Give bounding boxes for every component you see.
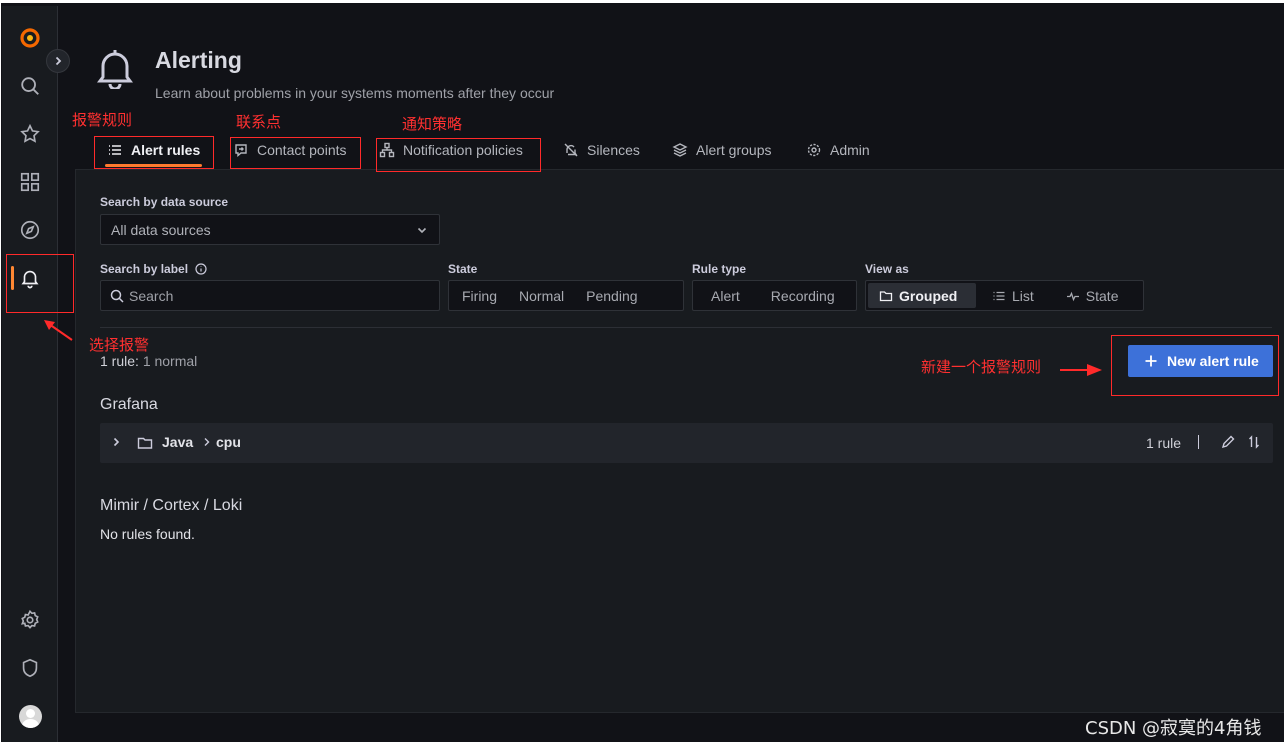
tab-silences[interactable]: Silences [563, 131, 640, 169]
divider [100, 327, 1272, 328]
annotation-select-alerting: 选择报警 [89, 336, 150, 354]
group-folder-name: Java [162, 434, 194, 450]
ruletype-alert-button[interactable]: Alert [695, 283, 755, 308]
state-firing-button[interactable]: Firing [451, 283, 508, 308]
pen-icon[interactable] [1221, 435, 1235, 449]
folder-icon [879, 290, 893, 301]
label-filter-label: Search by label [100, 262, 207, 276]
annotation-arrow-icon [44, 320, 73, 341]
view-state-label: State [1085, 287, 1119, 304]
sidebar-expand-button[interactable] [46, 49, 70, 73]
folder-icon [137, 437, 153, 449]
compass-icon[interactable] [18, 218, 42, 242]
rule-group-row[interactable]: Java cpu 1 rule [100, 423, 1273, 463]
state-filter-label: State [448, 262, 478, 276]
separator [1198, 435, 1199, 449]
tab-admin[interactable]: Admin [806, 131, 870, 169]
tab-label: Alert groups [696, 142, 772, 158]
sort-amount-icon[interactable] [1248, 435, 1260, 449]
annotation-arrow-icon [1060, 364, 1102, 376]
list-icon [993, 291, 1005, 300]
rule-summary-count: 1 rule: [100, 353, 139, 369]
bell-slash-icon [564, 143, 578, 157]
state-pending-button[interactable]: Pending [575, 283, 648, 308]
ruletype-filter-group: Alert Recording [692, 280, 857, 311]
cog-icon [807, 143, 821, 157]
datasource-filter-label: Search by data source [100, 195, 229, 209]
tab-alert-groups[interactable]: Alert groups [672, 131, 771, 169]
search-icon[interactable] [18, 74, 42, 98]
state-normal-button[interactable]: Normal [508, 283, 575, 308]
annotation-box-notification-policies [376, 138, 541, 172]
annotation-new-rule: 新建一个报警规则 [921, 358, 1042, 376]
external-section-title: Mimir / Cortex / Loki [100, 497, 243, 514]
group-rule-count: 1 rule [1146, 435, 1182, 451]
view-grouped-button[interactable]: Grouped [868, 283, 976, 308]
search-placeholder: Search [129, 287, 174, 304]
user-avatar[interactable] [19, 705, 42, 728]
sidebar [2, 6, 58, 742]
state-filter-group: Firing Normal Pending [448, 280, 684, 311]
empty-state-text: No rules found. [100, 526, 195, 542]
tab-label: Silences [587, 142, 640, 158]
apps-icon[interactable] [18, 170, 42, 194]
annotation-notification-policies: 通知策略 [402, 115, 463, 133]
grafana-logo-icon[interactable] [18, 26, 42, 50]
group-name: cpu [216, 434, 241, 450]
rule-summary: 1 rule: 1 normal [100, 353, 197, 369]
annotation-box-alert-rules [94, 136, 214, 169]
annotation-contact-points: 联系点 [236, 113, 282, 131]
page-subtitle: Learn about problems in your systems mom… [155, 85, 555, 101]
annotation-box-new-rule [1111, 335, 1279, 396]
annotation-box-contact-points [230, 137, 361, 169]
rule-summary-detail: 1 normal [142, 353, 198, 369]
viewas-group: Grouped List State [865, 280, 1144, 311]
gear-icon[interactable] [18, 608, 42, 632]
label-search-input[interactable]: Search [100, 280, 440, 311]
app-window: Alerting Learn about problems in your sy… [0, 0, 1284, 742]
ruletype-recording-button[interactable]: Recording [755, 283, 850, 308]
viewas-label: View as [865, 262, 909, 276]
annotation-alert-rules: 报警规则 [72, 111, 133, 129]
annotation-box-sidebar-bell [6, 254, 74, 313]
tab-label: Admin [830, 142, 870, 158]
shield-icon[interactable] [18, 656, 42, 680]
page-title: Alerting [155, 47, 242, 73]
view-list-button[interactable]: List [976, 283, 1048, 308]
ruletype-filter-label: Rule type [692, 262, 747, 276]
search-icon [110, 289, 124, 303]
chevron-right-icon[interactable] [110, 436, 122, 448]
view-list-label: List [1012, 287, 1034, 304]
watermark: CSDN @寂寞的4角钱 [1085, 718, 1262, 739]
label-filter-text: Search by label [100, 262, 189, 276]
star-icon[interactable] [18, 122, 42, 146]
datasource-select[interactable]: All data sources [100, 214, 440, 245]
chevron-right-icon [204, 438, 210, 446]
chevron-down-icon [417, 227, 427, 234]
view-grouped-label: Grouped [899, 287, 958, 304]
layer-group-icon [672, 143, 688, 157]
info-circle-icon[interactable] [195, 263, 207, 275]
alerting-bell-icon [96, 47, 134, 91]
datasource-select-value: All data sources [111, 221, 211, 238]
heartbeat-icon [1066, 291, 1079, 301]
grafana-section-title: Grafana [100, 396, 158, 413]
view-state-button[interactable]: State [1048, 283, 1131, 308]
